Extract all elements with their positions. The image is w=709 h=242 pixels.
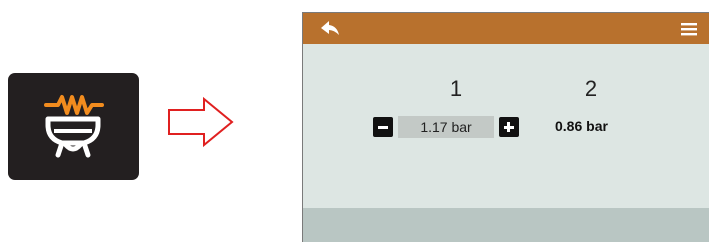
pressure-value-1: 1.17 bar (398, 116, 494, 138)
pressure-value-2: 0.86 bar (555, 118, 608, 134)
boiler-heater-icon (44, 95, 104, 158)
arrow-right-icon (168, 96, 234, 148)
boiler-heater-key (8, 73, 139, 180)
boiler-1-label: 1 (449, 76, 463, 101)
pressure-stepper-1: 1.17 bar (373, 116, 523, 140)
menu-icon[interactable] (679, 20, 699, 38)
boiler-2-label: 2 (584, 76, 598, 101)
back-icon[interactable] (319, 20, 341, 38)
increase-button[interactable] (499, 117, 519, 137)
screen-bottom-band (303, 208, 709, 242)
decrease-button[interactable] (373, 117, 393, 137)
device-screen: 1 2 1.17 bar 0.86 bar (302, 12, 709, 242)
screen-header-bar (303, 13, 709, 44)
